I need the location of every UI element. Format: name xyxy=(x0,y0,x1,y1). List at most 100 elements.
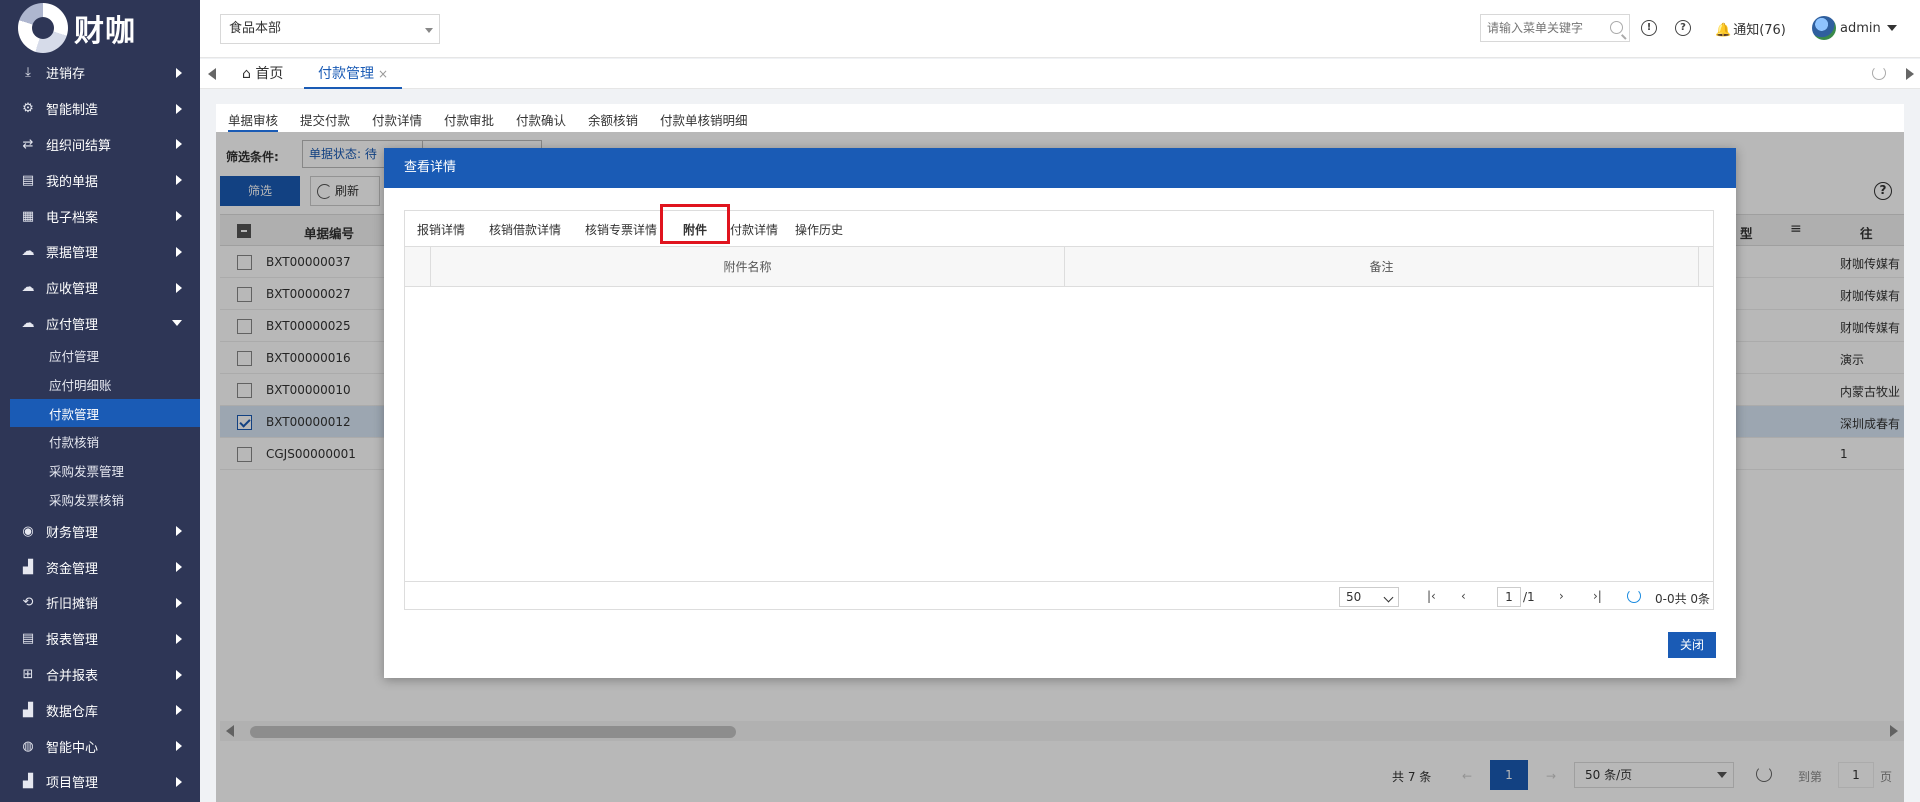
help-icon[interactable]: ? xyxy=(1675,20,1691,36)
sidebar-subitem[interactable]: 应付明细账 xyxy=(0,370,200,399)
logo: 财咖 xyxy=(0,0,200,55)
refresh-icon[interactable] xyxy=(1627,589,1641,603)
modal-tab[interactable]: 付款详情 xyxy=(730,221,778,238)
caret-right-icon xyxy=(176,633,182,644)
caret-right-icon xyxy=(176,282,182,293)
sidebar-item-label: 组织间结算 xyxy=(46,138,112,154)
tab-close-icon[interactable]: × xyxy=(378,67,388,81)
refresh-tab-icon[interactable] xyxy=(1872,66,1886,80)
sidebar-item-label: 应收管理 xyxy=(46,282,99,298)
sidebar-item-top-2[interactable]: ⇄ 组织间结算 xyxy=(0,127,200,163)
search-icon[interactable] xyxy=(1610,21,1623,34)
modal-title: 查看详情 xyxy=(384,148,1736,188)
sidebar-item-top-3[interactable]: ▤ 我的单据 xyxy=(0,162,200,198)
sub-tab-bar: 单据审核 提交付款 付款详情 付款审批 付款确认 余额核销 付款单核销明细 xyxy=(216,104,1904,132)
last-page-icon[interactable]: ›| xyxy=(1593,589,1602,603)
menu-search-input[interactable] xyxy=(1487,21,1603,35)
sub-tab[interactable]: 付款审批 xyxy=(444,110,494,132)
org-select[interactable]: 食品本部 xyxy=(220,14,440,44)
tab-home[interactable]: ⌂ 首页 xyxy=(242,59,283,89)
sidebar-item-top-7[interactable]: ☁ 应付管理 xyxy=(0,306,200,342)
sidebar-subitem[interactable]: 付款管理 xyxy=(10,398,200,428)
sidebar-item-bottom-5[interactable]: ▟ 数据仓库 xyxy=(0,692,200,728)
user-menu[interactable]: admin xyxy=(1812,16,1897,40)
modal-tab[interactable]: 核销专票详情 xyxy=(585,221,657,238)
sidebar-item-bottom-6[interactable]: ◍ 智能中心 xyxy=(0,728,200,764)
sidebar-item-top-6[interactable]: ☁ 应收管理 xyxy=(0,270,200,306)
attachment-table: 附件名称 备注 50 |‹ ‹ 1 /1 › ›| 0-0共 0条 xyxy=(404,246,1714,610)
sidebar-item-bottom-7[interactable]: ▟ 项目管理 xyxy=(0,764,200,800)
modal-tab-bar: 报销详情 核销借款详情 核销专票详情 附件 付款详情 操作历史 xyxy=(404,210,1714,246)
sidebar-item-top-4[interactable]: ▦ 电子档案 xyxy=(0,198,200,234)
sidebar-item-top-0[interactable]: ⤓ 进销存 xyxy=(0,55,200,91)
sidebar-subitem[interactable]: 采购发票核销 xyxy=(0,485,200,514)
shield-icon[interactable]: ! xyxy=(1641,20,1657,36)
sub-tab[interactable]: 付款确认 xyxy=(516,110,566,132)
sidebar-item-label: 智能制造 xyxy=(46,103,99,119)
sidebar-item-label: 智能中心 xyxy=(46,740,99,756)
sidebar-item-top-1[interactable]: ⚙ 智能制造 xyxy=(0,91,200,127)
tab-current-label: 付款管理 xyxy=(318,66,374,82)
sub-tab[interactable]: 付款详情 xyxy=(372,110,422,132)
caret-right-icon xyxy=(176,103,182,114)
caret-right-icon xyxy=(176,776,182,787)
sidebar-item-top-5[interactable]: ☁ 票据管理 xyxy=(0,234,200,270)
sidebar-item-bottom-3[interactable]: ▤ 报表管理 xyxy=(0,621,200,657)
modal-tab[interactable]: 附件 xyxy=(683,221,708,244)
bar-chart-icon: ▟ xyxy=(23,559,33,575)
attachment-pager: 50 |‹ ‹ 1 /1 › ›| 0-0共 0条 xyxy=(405,581,1713,611)
caret-right-icon xyxy=(176,741,182,752)
next-page-icon[interactable]: › xyxy=(1559,589,1564,603)
caret-right-icon xyxy=(176,175,182,186)
avatar xyxy=(1812,16,1836,40)
sidebar-subitem[interactable]: 付款核销 xyxy=(0,427,200,456)
sidebar-item-label: 项目管理 xyxy=(46,776,99,792)
sidebar-item-bottom-1[interactable]: ▟ 资金管理 xyxy=(0,549,200,585)
sub-tab[interactable]: 余额核销 xyxy=(588,110,638,132)
tab-scroll-left-icon[interactable] xyxy=(208,68,216,80)
tab-payment-management[interactable]: 付款管理 × xyxy=(304,59,403,89)
caret-right-icon xyxy=(176,211,182,222)
sidebar-subitem[interactable]: 采购发票管理 xyxy=(0,456,200,485)
menu-search[interactable] xyxy=(1480,14,1630,42)
sub-tab[interactable]: 提交付款 xyxy=(300,110,350,132)
caret-right-icon xyxy=(176,705,182,716)
modal-tab[interactable]: 报销详情 xyxy=(417,221,465,238)
modal-tab[interactable]: 核销借款详情 xyxy=(489,221,561,238)
sidebar-item-bottom-4[interactable]: ⊞ 合并报表 xyxy=(0,657,200,693)
globe-icon: ◍ xyxy=(22,738,34,754)
prev-page-icon[interactable]: ‹ xyxy=(1461,589,1466,603)
modal-tab[interactable]: 操作历史 xyxy=(795,221,843,238)
sidebar-item-bottom-0[interactable]: ◉ 财务管理 xyxy=(0,514,200,550)
first-page-icon[interactable]: |‹ xyxy=(1427,589,1436,603)
tab-scroll-right-icon[interactable] xyxy=(1906,68,1914,80)
close-button[interactable]: 关闭 xyxy=(1668,632,1716,658)
caret-right-icon xyxy=(176,562,182,573)
sub-tab[interactable]: 付款单核销明细 xyxy=(660,110,748,132)
bar-chart-icon: ▟ xyxy=(23,774,33,790)
transfer-icon: ⇄ xyxy=(22,136,34,152)
sidebar-item-label: 折旧摊销 xyxy=(46,597,99,613)
sidebar: 财咖 ⤓ 进销存 ⚙ 智能制造 ⇄ 组织间结算 ▤ 我的单据 ▦ 电子档案 ☁ 票据管理 ☁ 应收管理 ☁ 应… xyxy=(0,0,200,802)
caret-down-icon xyxy=(425,28,433,33)
sidebar-item-bottom-2[interactable]: ⟲ 折旧摊销 xyxy=(0,585,200,621)
notify-label: 通知(76) xyxy=(1733,23,1786,38)
attachment-page-size[interactable]: 50 xyxy=(1339,587,1399,607)
gears-icon: ⚙ xyxy=(22,101,34,117)
caret-down-icon xyxy=(1886,25,1897,31)
bar-chart-icon: ▟ xyxy=(23,702,33,718)
cloud-icon: ☁ xyxy=(21,315,35,331)
notification[interactable]: 🔔 通知(76) xyxy=(1715,19,1786,38)
detail-modal: 查看详情 报销详情 核销借款详情 核销专票详情 附件 付款详情 操作历史 附件名称 备注 … xyxy=(384,148,1736,678)
sub-tab[interactable]: 单据审核 xyxy=(228,110,279,132)
org-select-value: 食品本部 xyxy=(229,21,282,36)
caret-right-icon xyxy=(176,669,182,680)
sidebar-subitem[interactable]: 应付管理 xyxy=(0,341,200,370)
download-icon: ⤓ xyxy=(25,65,31,81)
col-attachment-name: 附件名称 xyxy=(431,247,1065,287)
report-icon: ▤ xyxy=(21,631,35,647)
page-total: /1 xyxy=(1523,590,1535,604)
tab-home-label: 首页 xyxy=(255,66,284,82)
attachment-page-input[interactable]: 1 xyxy=(1497,587,1521,607)
user-name: admin xyxy=(1840,20,1881,36)
